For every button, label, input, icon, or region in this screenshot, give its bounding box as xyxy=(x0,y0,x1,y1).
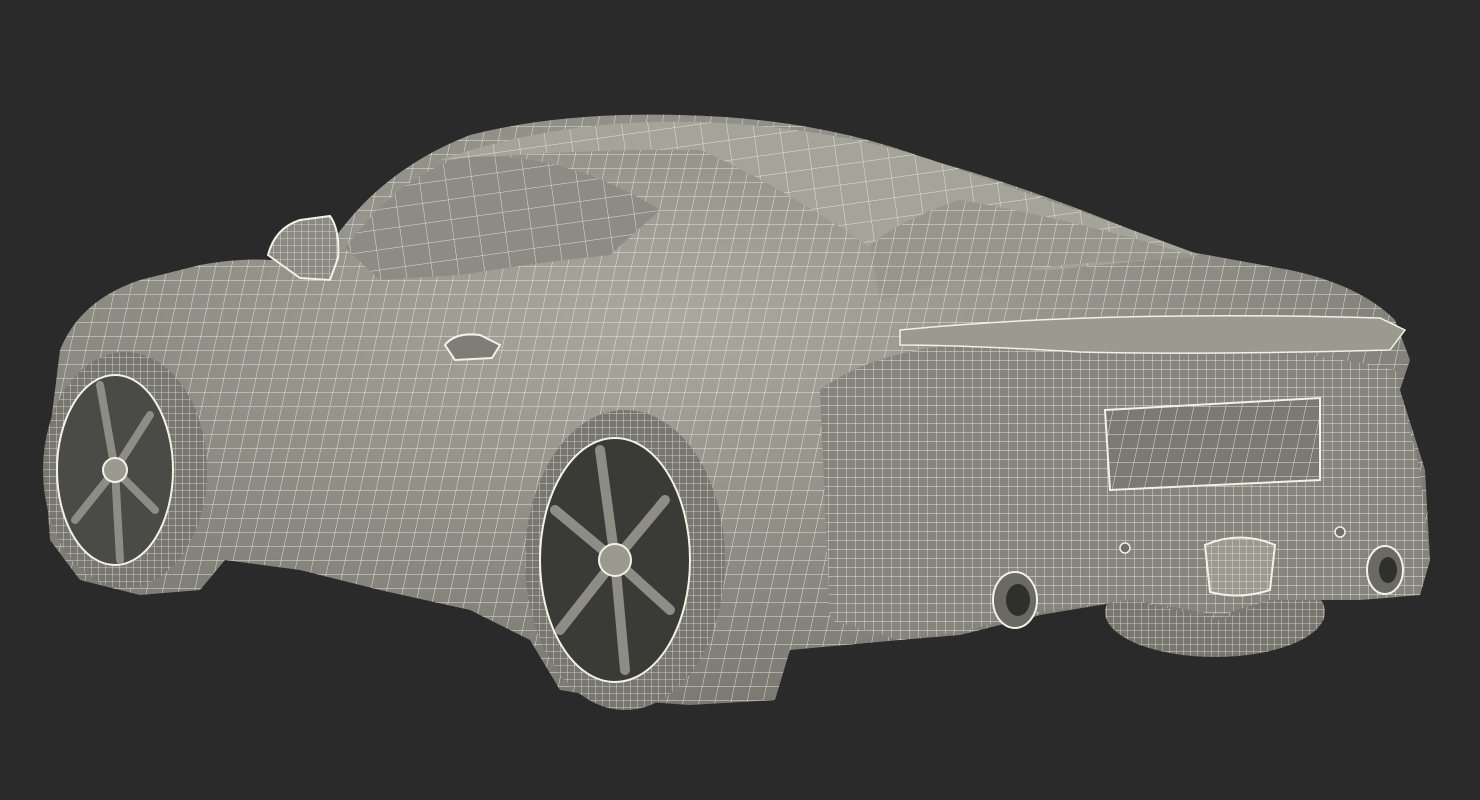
car-wireframe-render xyxy=(43,114,1430,710)
rear-left-wheel xyxy=(525,410,725,710)
rear-fog-light xyxy=(1203,536,1277,597)
front-left-wheel xyxy=(43,352,207,588)
render-viewport xyxy=(0,0,1480,800)
license-plate-recess xyxy=(1103,396,1321,492)
exhaust-right xyxy=(1366,545,1404,595)
rear-fascia xyxy=(820,342,1430,640)
exhaust-left xyxy=(992,571,1038,629)
